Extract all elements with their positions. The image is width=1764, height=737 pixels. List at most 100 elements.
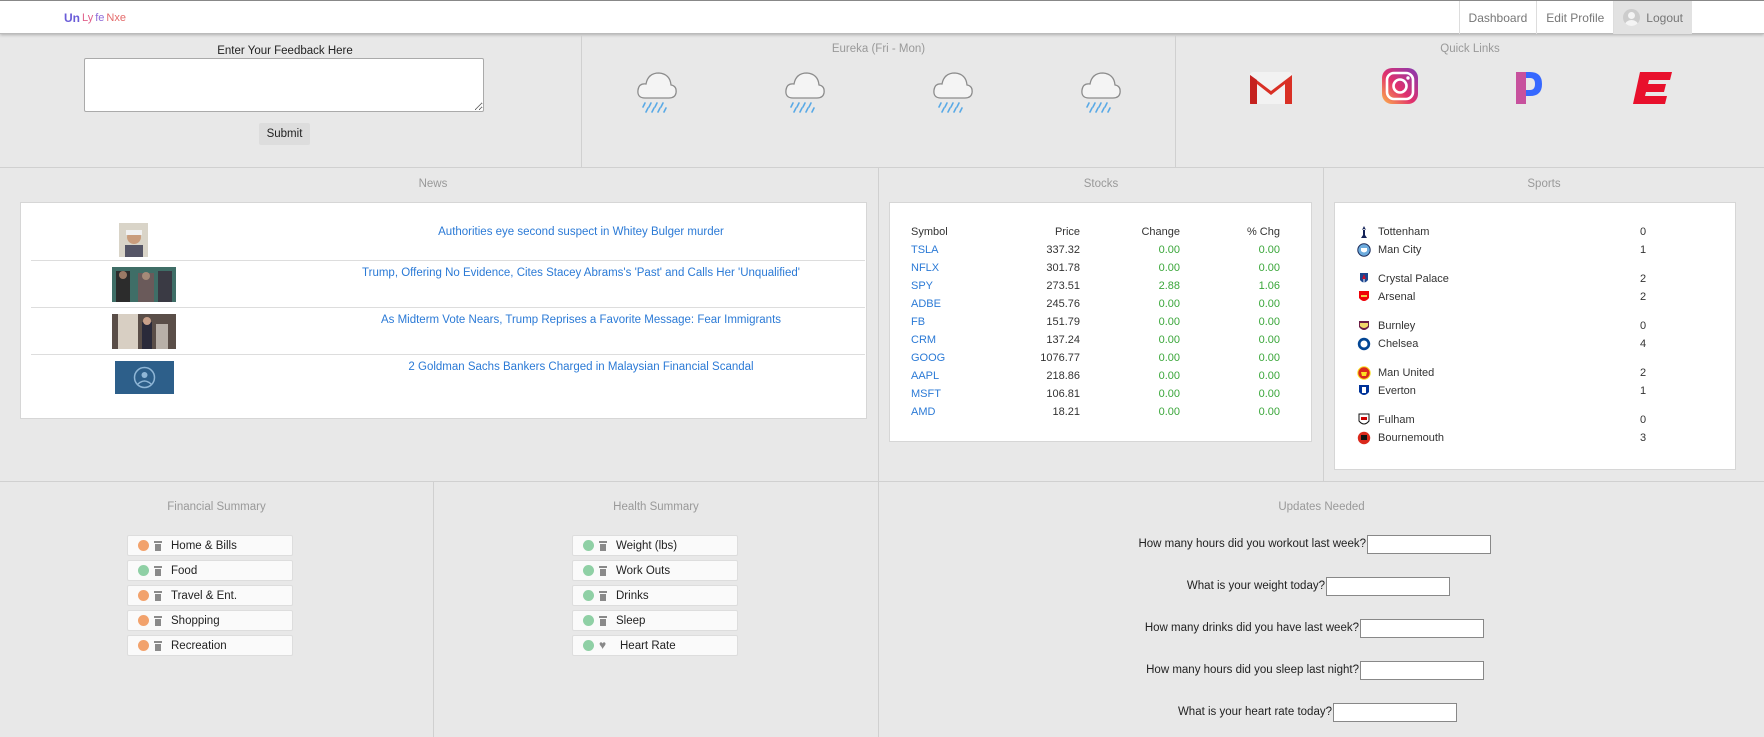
nav-edit-profile-link[interactable]: Edit Profile <box>1536 1 1613 34</box>
financial-item[interactable]: Food <box>127 560 293 581</box>
trash-icon[interactable] <box>599 540 607 551</box>
rain-cloud-icon <box>637 72 677 113</box>
team-name: Fulham <box>1378 414 1415 426</box>
trash-icon[interactable] <box>599 615 607 626</box>
stock-pct-change: 0.00 <box>1258 298 1280 310</box>
workout-hours-input[interactable] <box>1367 535 1491 554</box>
weight-input[interactable] <box>1326 577 1450 596</box>
stock-symbol[interactable]: AAPL <box>911 370 939 382</box>
team-name: Arsenal <box>1378 291 1416 303</box>
weight-question-label: What is your weight today? <box>1186 580 1325 592</box>
stock-symbol[interactable]: AMD <box>911 406 935 418</box>
trash-icon[interactable] <box>154 615 162 626</box>
stock-change: 0.00 <box>1158 352 1180 364</box>
sleep-hours-input[interactable] <box>1360 661 1484 680</box>
stock-symbol[interactable]: GOOG <box>911 352 945 364</box>
news-card: Authorities eye second suspect in Whitey… <box>20 202 867 419</box>
status-dot <box>583 615 594 626</box>
stock-symbol[interactable]: FB <box>911 316 925 328</box>
news-headline[interactable]: As Midterm Vote Nears, Trump Reprises a … <box>321 314 841 326</box>
logo-text-1: Ly <box>82 12 94 24</box>
stock-price: 106.81 <box>1046 388 1080 400</box>
financial-item[interactable]: Recreation <box>127 635 293 656</box>
health-item-label: Heart Rate <box>620 639 676 652</box>
stock-symbol[interactable]: MSFT <box>911 388 941 400</box>
stock-symbol[interactable]: TSLA <box>911 244 939 256</box>
stocks-header-price: Price <box>1054 226 1080 238</box>
heart-rate-input[interactable] <box>1333 703 1457 722</box>
crystal-palace-crest-icon <box>1360 273 1368 284</box>
trash-icon[interactable] <box>154 590 162 601</box>
stock-price: 1076.77 <box>1040 352 1080 364</box>
nav-logout-link[interactable]: Logout <box>1613 1 1692 34</box>
stock-price: 301.78 <box>1046 262 1080 274</box>
status-dot <box>138 540 149 551</box>
instagram-icon[interactable] <box>1376 66 1422 106</box>
financial-item-label: Travel & Ent. <box>171 589 238 602</box>
news-thumbnail <box>112 267 176 302</box>
team-name: Man City <box>1378 244 1422 256</box>
trash-icon[interactable] <box>599 590 607 601</box>
status-dot <box>138 565 149 576</box>
news-item[interactable]: Authorities eye second suspect in Whitey… <box>31 214 865 261</box>
trash-icon[interactable] <box>154 540 162 551</box>
health-item[interactable]: Work Outs <box>572 560 738 581</box>
heart-icon[interactable]: ♥ <box>599 639 611 651</box>
financial-item[interactable]: Home & Bills <box>127 535 293 556</box>
chelsea-crest-icon <box>1357 337 1371 351</box>
sports-card: Tottenham 0 Man City 1 Crystal Palace 2 … <box>1334 202 1736 470</box>
team-name: Everton <box>1378 385 1416 397</box>
divider <box>1323 167 1324 481</box>
team-name: Man United <box>1378 367 1435 379</box>
submit-button[interactable]: Submit <box>259 123 310 145</box>
pandora-icon[interactable] <box>1504 68 1550 108</box>
news-thumbnail <box>115 361 174 394</box>
feedback-input[interactable] <box>84 58 484 112</box>
financial-item-label: Recreation <box>171 639 227 652</box>
nav-links: Dashboard Edit Profile Logout <box>1458 1 1692 34</box>
news-headline[interactable]: Trump, Offering No Evidence, Cites Stace… <box>321 267 841 279</box>
news-item[interactable]: Trump, Offering No Evidence, Cites Stace… <box>31 261 865 308</box>
app-logo[interactable]: Un Ly fe Nxe <box>64 11 126 25</box>
trash-icon[interactable] <box>599 565 607 576</box>
status-dot <box>583 640 594 651</box>
stock-change: 0.00 <box>1158 334 1180 346</box>
rain-cloud-icon <box>785 72 825 113</box>
arsenal-crest-icon <box>1359 291 1369 301</box>
stock-symbol[interactable]: SPY <box>911 280 933 292</box>
news-headline[interactable]: Authorities eye second suspect in Whitey… <box>321 226 841 238</box>
health-item[interactable]: Drinks <box>572 585 738 606</box>
nav-dashboard-link[interactable]: Dashboard <box>1458 1 1537 34</box>
team-score: 2 <box>1640 367 1647 379</box>
health-item-label: Drinks <box>616 589 649 602</box>
sleep-question-label: How many hours did you sleep last night? <box>1146 664 1359 676</box>
news-item[interactable]: 2 Goldman Sachs Bankers Charged in Malay… <box>31 355 865 402</box>
trash-icon[interactable] <box>154 565 162 576</box>
team-name: Bournemouth <box>1378 432 1445 444</box>
bournemouth-crest-icon <box>1357 431 1371 445</box>
everton-crest-icon <box>1359 385 1369 395</box>
stock-price: 273.51 <box>1046 280 1080 292</box>
stock-symbol[interactable]: CRM <box>911 334 936 346</box>
financial-item-label: Food <box>171 564 198 577</box>
feedback-label: Enter Your Feedback Here <box>217 45 353 57</box>
stock-symbol[interactable]: ADBE <box>911 298 941 310</box>
gmail-icon[interactable] <box>1248 68 1294 108</box>
health-item[interactable]: ♥ Heart Rate <box>572 635 738 656</box>
health-item[interactable]: Sleep <box>572 610 738 631</box>
espn-icon[interactable] <box>1632 68 1678 108</box>
weather-title: Eureka (Fri - Mon) <box>831 43 926 55</box>
news-headline[interactable]: 2 Goldman Sachs Bankers Charged in Malay… <box>321 361 841 373</box>
health-item[interactable]: Weight (lbs) <box>572 535 738 556</box>
financial-item[interactable]: Travel & Ent. <box>127 585 293 606</box>
team-name: Crystal Palace <box>1378 273 1449 285</box>
workout-question-label: How many hours did you workout last week… <box>1138 538 1366 550</box>
stock-symbol[interactable]: NFLX <box>911 262 939 274</box>
news-thumbnail <box>112 314 176 349</box>
stocks-card: Symbol Price Change % Chg TSLA 337.32 0.… <box>889 202 1312 442</box>
drinks-input[interactable] <box>1360 619 1484 638</box>
drinks-question-label: How many drinks did you have last week? <box>1144 622 1359 634</box>
news-item[interactable]: As Midterm Vote Nears, Trump Reprises a … <box>31 308 865 355</box>
trash-icon[interactable] <box>154 640 162 651</box>
financial-item[interactable]: Shopping <box>127 610 293 631</box>
